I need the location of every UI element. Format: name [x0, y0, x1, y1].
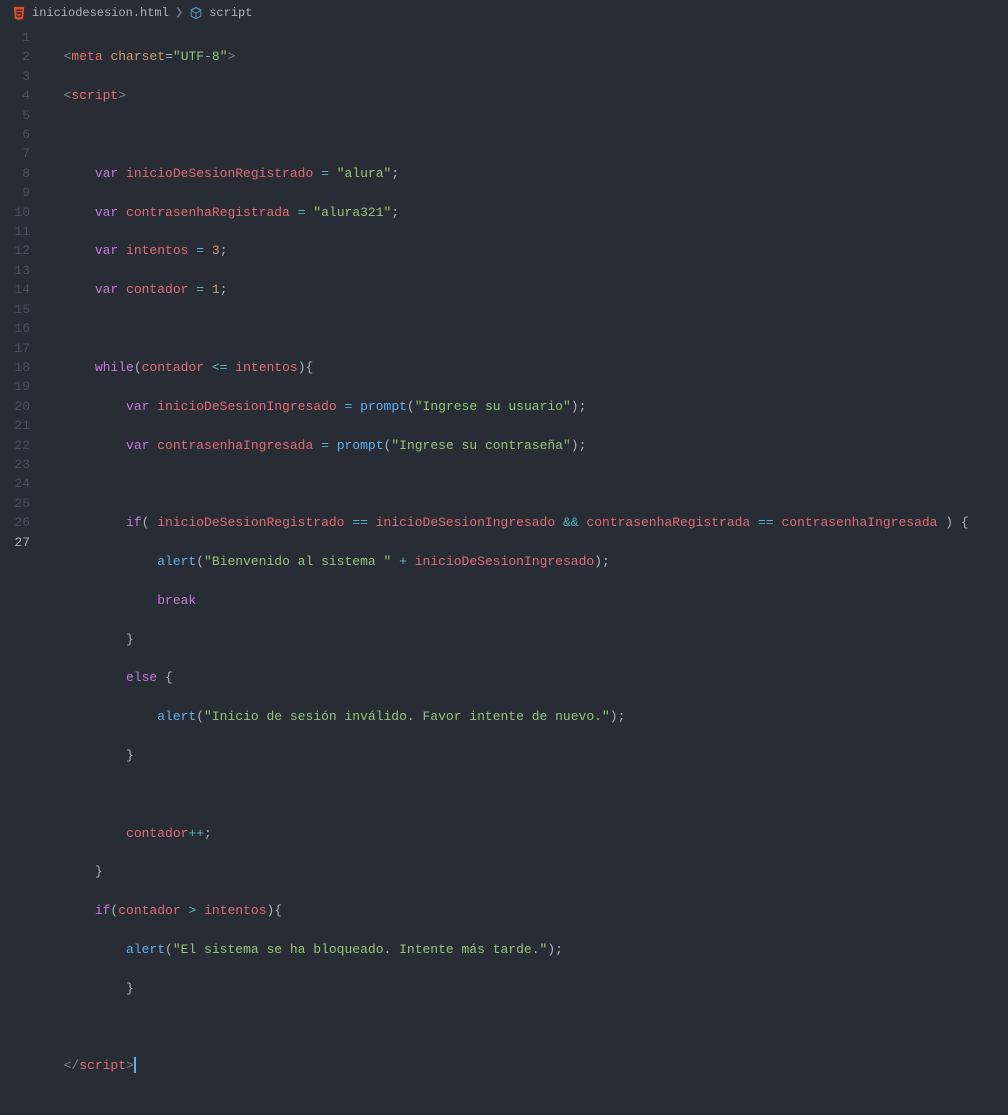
line-number: 26 — [0, 513, 30, 532]
line-number: 17 — [0, 339, 30, 358]
code-line[interactable]: </script> — [48, 1056, 1008, 1075]
code-line[interactable]: if(contador > intentos){ — [48, 901, 1008, 920]
line-number: 11 — [0, 222, 30, 241]
line-number: 10 — [0, 203, 30, 222]
html-file-icon — [12, 6, 26, 20]
line-number: 15 — [0, 300, 30, 319]
code-line[interactable] — [48, 319, 1008, 338]
code-line[interactable]: while(contador <= intentos){ — [48, 358, 1008, 377]
line-number: 1 — [0, 28, 30, 47]
line-number: 27 — [0, 533, 30, 552]
code-line[interactable]: <script> — [48, 86, 1008, 105]
code-line[interactable]: contador++; — [48, 824, 1008, 843]
line-number: 3 — [0, 67, 30, 86]
line-number: 19 — [0, 377, 30, 396]
code-line[interactable]: } — [48, 746, 1008, 765]
line-number: 6 — [0, 125, 30, 144]
line-number: 16 — [0, 319, 30, 338]
code-area[interactable]: <meta charset="UTF-8"> <script> var inic… — [48, 26, 1008, 569]
line-number: 7 — [0, 144, 30, 163]
line-number: 13 — [0, 261, 30, 280]
line-number: 24 — [0, 474, 30, 493]
line-number: 25 — [0, 494, 30, 513]
code-line[interactable]: } — [48, 630, 1008, 649]
code-line[interactable]: var inicioDeSesionIngresado = prompt("In… — [48, 397, 1008, 416]
chevron-right-icon: ❯ — [175, 7, 183, 19]
editor[interactable]: 1 2 3 4 5 6 7 8 9 10 11 12 13 14 15 16 1… — [0, 26, 1008, 569]
line-number: 8 — [0, 164, 30, 183]
code-line[interactable]: var inicioDeSesionRegistrado = "alura"; — [48, 164, 1008, 183]
line-number: 5 — [0, 106, 30, 125]
line-number: 12 — [0, 241, 30, 260]
line-number: 9 — [0, 183, 30, 202]
line-number: 22 — [0, 436, 30, 455]
code-line[interactable]: var contrasenhaIngresada = prompt("Ingre… — [48, 436, 1008, 455]
symbol-icon — [189, 6, 203, 20]
code-line[interactable]: alert("El sistema se ha bloqueado. Inten… — [48, 940, 1008, 959]
code-line[interactable]: } — [48, 979, 1008, 998]
code-line[interactable]: var contrasenhaRegistrada = "alura321"; — [48, 203, 1008, 222]
code-line[interactable]: var contador = 1; — [48, 280, 1008, 299]
code-line[interactable]: } — [48, 862, 1008, 881]
line-number: 14 — [0, 280, 30, 299]
line-number: 4 — [0, 86, 30, 105]
breadcrumb[interactable]: iniciodesesion.html ❯ script — [0, 0, 1008, 26]
code-line[interactable]: <meta charset="UTF-8"> — [48, 47, 1008, 66]
breadcrumb-symbol[interactable]: script — [209, 6, 252, 20]
line-number: 23 — [0, 455, 30, 474]
line-number-gutter: 1 2 3 4 5 6 7 8 9 10 11 12 13 14 15 16 1… — [0, 26, 48, 569]
code-line[interactable] — [48, 125, 1008, 144]
code-line[interactable]: else { — [48, 668, 1008, 687]
line-number: 20 — [0, 397, 30, 416]
code-line[interactable]: if( inicioDeSesionRegistrado == inicioDe… — [48, 513, 1008, 532]
breadcrumb-file[interactable]: iniciodesesion.html — [32, 6, 169, 20]
code-line[interactable] — [48, 785, 1008, 804]
text-cursor — [134, 1057, 136, 1073]
code-line[interactable] — [48, 474, 1008, 493]
line-number: 2 — [0, 47, 30, 66]
code-line[interactable] — [48, 1018, 1008, 1037]
line-number: 18 — [0, 358, 30, 377]
code-line[interactable]: alert("Bienvenido al sistema " + inicioD… — [48, 552, 1008, 571]
line-number: 21 — [0, 416, 30, 435]
code-line[interactable]: alert("Inicio de sesión inválido. Favor … — [48, 707, 1008, 726]
code-line[interactable]: var intentos = 3; — [48, 241, 1008, 260]
code-line[interactable]: break — [48, 591, 1008, 610]
